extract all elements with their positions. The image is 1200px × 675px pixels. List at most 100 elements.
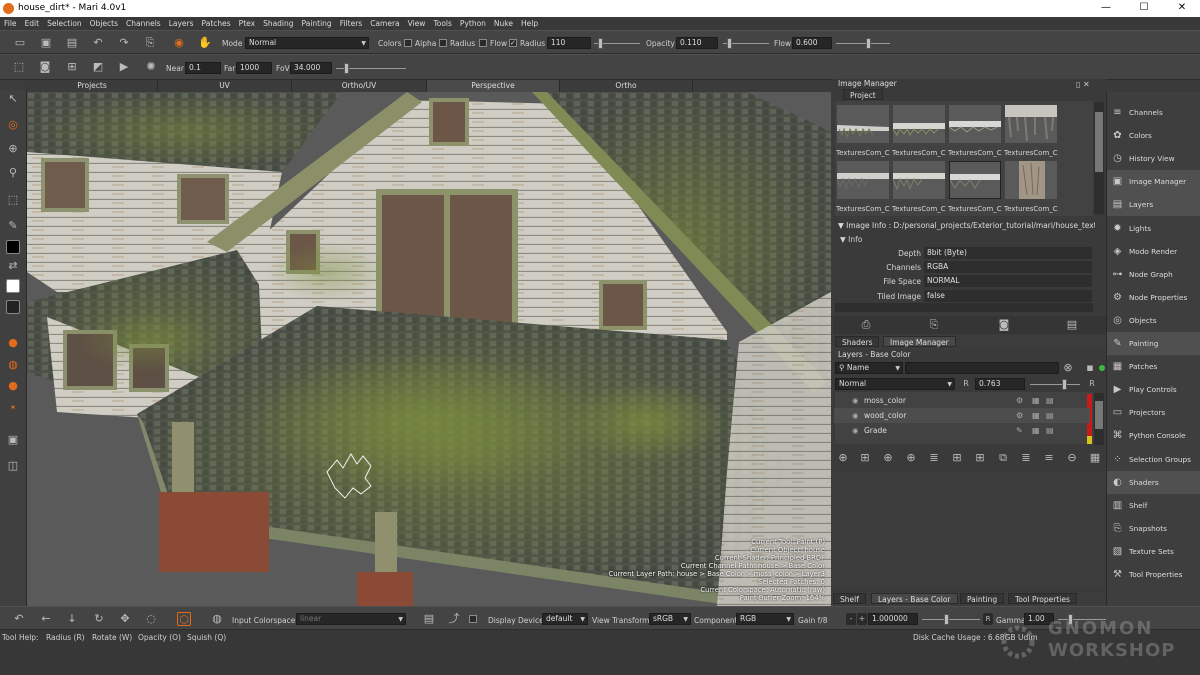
delete-layer-icon[interactable]: ⊖	[1065, 451, 1079, 465]
menu-camera[interactable]: Camera	[370, 19, 399, 28]
palette-item-channels[interactable]: ≡ Channels	[1107, 101, 1200, 124]
layer-opacity-slider[interactable]	[1030, 379, 1080, 390]
clone-stamp-icon[interactable]: ⚲	[6, 166, 20, 180]
radius-checkbox[interactable]	[439, 39, 447, 47]
gain-field[interactable]: 1.000000	[868, 613, 918, 625]
flatten-icon[interactable]: ≣	[1019, 451, 1033, 465]
camera-icon[interactable]: ◙	[38, 60, 52, 74]
menu-layers[interactable]: Layers	[169, 19, 194, 28]
paint-tool-icon[interactable]: ◎	[6, 118, 20, 132]
menu-view[interactable]: View	[408, 19, 426, 28]
image-thumbnail[interactable]	[949, 105, 1001, 143]
display-device-select[interactable]: default ▼	[542, 613, 588, 625]
hand-icon[interactable]: ✋	[198, 36, 212, 50]
adjust-icon[interactable]: ▤	[1046, 408, 1054, 423]
tab-image-manager[interactable]: Image Manager	[883, 336, 956, 347]
layer-grid-icon[interactable]: ▦	[1088, 451, 1102, 465]
menu-painting[interactable]: Painting	[302, 19, 332, 28]
film-icon[interactable]: ▶	[117, 60, 131, 74]
palette-item-painting[interactable]: ✎ Painting	[1107, 332, 1200, 355]
eye-icon[interactable]: ◉	[852, 408, 859, 423]
filter-toggle-icon[interactable]: ▪	[1083, 361, 1097, 375]
menu-patches[interactable]: Patches	[202, 19, 231, 28]
export-image-icon[interactable]: ⎘	[927, 318, 941, 332]
adjust-icon[interactable]: ▤	[1046, 393, 1054, 408]
add-mask-icon[interactable]: ⊞	[950, 451, 964, 465]
add-adjustment-layer-icon[interactable]: ⊕	[904, 451, 918, 465]
image-thumbnail[interactable]	[1005, 161, 1057, 199]
view-transform-select[interactable]: sRGB ▼	[649, 613, 691, 625]
palette-item-history-view[interactable]: ◷ History View	[1107, 147, 1200, 170]
palette-item-layers[interactable]: ▤ Layers	[1107, 193, 1200, 217]
lock-icon[interactable]: ⚙	[1016, 408, 1023, 423]
paint-through-icon[interactable]: ⊕	[6, 142, 20, 156]
tab-projects[interactable]: Projects	[27, 80, 158, 92]
palette-item-node-properties[interactable]: ⚙ Node Properties	[1107, 286, 1200, 309]
menu-shading[interactable]: Shading	[263, 19, 293, 28]
minimize-button[interactable]: —	[1096, 2, 1116, 13]
save-icon[interactable]: ▤	[65, 36, 79, 50]
image-thumbnail[interactable]	[1005, 105, 1057, 143]
marquee-icon[interactable]: ⬚	[6, 193, 20, 207]
info-section[interactable]: ▼ Info	[840, 235, 862, 244]
tab-shaders[interactable]: Shaders	[835, 336, 880, 347]
menu-selection[interactable]: Selection	[47, 19, 82, 28]
add-layer-icon[interactable]: ⊕	[836, 451, 850, 465]
sphere-brush-icon[interactable]: ●	[6, 336, 20, 350]
palette-item-lights[interactable]: ✹ Lights	[1107, 217, 1200, 240]
mask-icon[interactable]: ▦	[1032, 408, 1040, 423]
add-paintable-layer-icon[interactable]: ⊞	[858, 451, 872, 465]
gain-minus-icon[interactable]: -	[846, 613, 856, 625]
eyedropper-icon[interactable]: ✎	[6, 219, 20, 233]
tab-tool-properties[interactable]: Tool Properties	[1008, 593, 1077, 604]
tab-painting[interactable]: Painting	[960, 593, 1005, 604]
palette-item-texture-sets[interactable]: ▧ Texture Sets	[1107, 540, 1200, 563]
far-field[interactable]: 1000	[236, 62, 272, 74]
radius-slider[interactable]	[594, 38, 640, 49]
default-colors-icon[interactable]	[6, 300, 20, 314]
tab-uv[interactable]: UV	[158, 80, 292, 92]
layer-row[interactable]: ◉ wood_color ⚙ ▦ ▤	[834, 408, 1090, 423]
image-thumbnail-selected[interactable]	[949, 161, 1001, 199]
color-wheel-icon[interactable]: ◍	[210, 612, 224, 626]
mode-select[interactable]: Normal ▼	[245, 37, 369, 49]
gain-plus-icon[interactable]: +	[857, 613, 867, 625]
palette-item-snapshots[interactable]: ⎘ Snapshots	[1107, 517, 1200, 540]
lock-icon[interactable]: ⚙	[1016, 393, 1023, 408]
layer-blend-mode-select[interactable]: Normal ▼	[835, 378, 955, 390]
layer-row[interactable]: ◉ moss_color ⚙ ▦ ▤	[834, 393, 1090, 408]
palette-item-objects[interactable]: ◎ Objects	[1107, 309, 1200, 332]
tab-project[interactable]: Project	[843, 89, 883, 100]
delete-image-icon[interactable]: ▤	[1065, 318, 1079, 332]
frame-all-icon[interactable]: ⊞	[65, 60, 79, 74]
image-thumbnail[interactable]	[893, 105, 945, 143]
undo-icon[interactable]: ↶	[91, 36, 105, 50]
frame-selection-icon[interactable]: ◩	[91, 60, 105, 74]
palette-item-shaders[interactable]: ◐ Shaders	[1107, 470, 1200, 494]
arrow-left-icon[interactable]: ←	[39, 612, 53, 626]
round-brush-icon[interactable]: ●	[6, 379, 20, 393]
palette-item-tool-properties[interactable]: ⚒ Tool Properties	[1107, 563, 1200, 586]
colorspace-toggle-icon[interactable]: ⬡	[177, 612, 191, 626]
opacity-slider[interactable]	[723, 38, 769, 49]
palette-item-projectors[interactable]: ▭ Projectors	[1107, 401, 1200, 424]
eye-icon[interactable]: ◉	[852, 393, 859, 408]
menu-filters[interactable]: Filters	[340, 19, 362, 28]
tab-perspective[interactable]: Perspective	[427, 80, 560, 92]
radius-field[interactable]: 110	[547, 37, 591, 49]
import-image-icon[interactable]: ⎙	[859, 318, 873, 332]
eye-icon[interactable]: ◉	[852, 423, 859, 438]
clear-filter-icon[interactable]: ⊗	[1061, 361, 1075, 375]
tab-shelf[interactable]: Shelf	[833, 593, 866, 604]
tab-layers-base-color[interactable]: Layers - Base Color	[871, 593, 958, 604]
tab-ortho-uv[interactable]: Ortho/UV	[292, 80, 427, 92]
flow-checkbox[interactable]	[479, 39, 487, 47]
menu-help[interactable]: Help	[521, 19, 538, 28]
paint-brush-icon[interactable]: ◉	[172, 36, 186, 50]
adjust-icon[interactable]: ▤	[1046, 423, 1054, 438]
small-brush-icon[interactable]: ✶	[6, 401, 20, 415]
opacity-field[interactable]: 0.110	[676, 37, 718, 49]
display-checkbox[interactable]	[469, 615, 477, 623]
select-tool-icon[interactable]: ↖	[6, 92, 20, 106]
foreground-color-swatch[interactable]	[6, 240, 20, 254]
